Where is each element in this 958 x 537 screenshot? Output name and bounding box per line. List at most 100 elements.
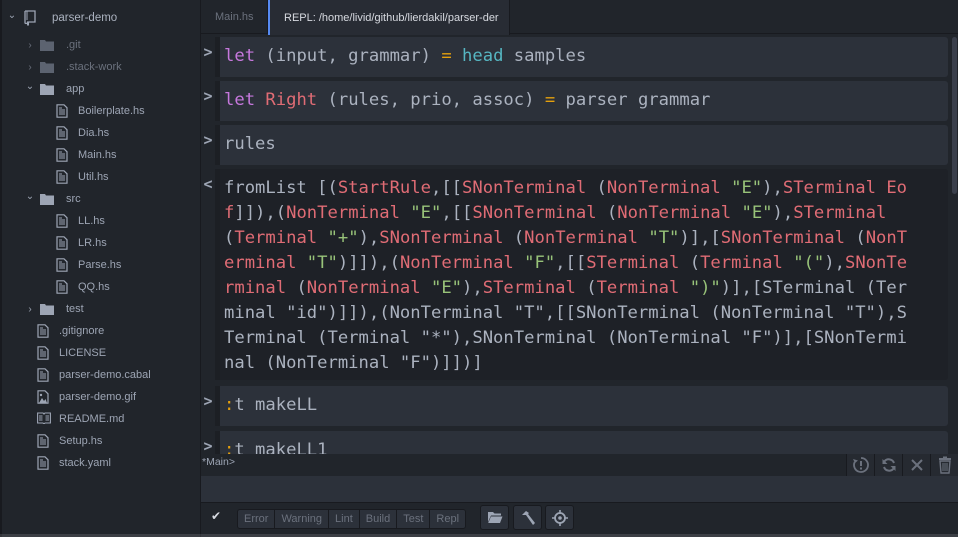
- tree-item-qq-hs[interactable]: QQ.hs: [56, 276, 110, 298]
- filter-warning[interactable]: Warning: [275, 510, 330, 528]
- tree-item-boilerplate-hs[interactable]: Boilerplate.hs: [56, 100, 145, 122]
- interrupt-button[interactable]: [846, 454, 874, 476]
- tree-item-test[interactable]: › test: [24, 298, 84, 320]
- code-token: STerminal: [482, 278, 576, 298]
- result-line: rminal (NonTerminal "E"),STerminal (Term…: [224, 276, 948, 301]
- tree-item-setup-hs[interactable]: Setup.hs: [37, 430, 102, 452]
- tree-item-git[interactable]: › .git: [24, 34, 81, 56]
- filter-error[interactable]: Error: [238, 510, 276, 528]
- folder-icon: [40, 61, 54, 73]
- code-token: NonT: [865, 228, 908, 248]
- repl-input-cell[interactable]: > rules: [201, 125, 948, 165]
- tree-item-label: test: [66, 303, 84, 315]
- tree-item-label: LR.hs: [78, 237, 107, 249]
- tab-repl[interactable]: REPL: /home/livid/github/lierdakil/parse…: [268, 0, 510, 35]
- code-token: ),: [762, 178, 783, 198]
- code-token: ),: [772, 203, 794, 223]
- code-token: "E": [731, 178, 763, 198]
- filter-test[interactable]: Test: [397, 510, 431, 528]
- chevron-down-icon[interactable]: ⌄: [24, 191, 36, 202]
- result-line: minal "id")]]),(NonTerminal "T",[[SNonTe…: [224, 301, 948, 326]
- file-text-icon: [56, 214, 70, 228]
- message-filters: Error Warning Lint Build Test Repl: [237, 509, 467, 529]
- chevron-right-icon[interactable]: ›: [24, 62, 36, 73]
- code-token: (: [575, 278, 597, 298]
- chevron-right-icon: >: [203, 43, 213, 61]
- folder-icon: [40, 193, 54, 205]
- chevron-right-icon[interactable]: ›: [24, 40, 36, 51]
- tree-item-ll-hs[interactable]: LL.hs: [56, 210, 105, 232]
- code-token: (: [679, 253, 701, 273]
- repl-input-cell[interactable]: >:t makeLL: [201, 386, 948, 426]
- code-token: samples: [503, 46, 587, 66]
- tree-item-main-hs[interactable]: Main.hs: [56, 144, 117, 166]
- tree-item-license[interactable]: LICENSE: [37, 342, 106, 364]
- cell-body: :t makeLL1: [220, 431, 948, 454]
- tree-item-label: parser-demo: [52, 12, 118, 24]
- code-token: Terminal: [596, 278, 680, 298]
- clear-button[interactable]: [930, 454, 958, 476]
- code-token: SNonTe: [844, 253, 908, 273]
- code-token: t makeLL: [234, 395, 318, 415]
- chevron-down-icon[interactable]: ⌄: [24, 81, 36, 92]
- result-line: f]]),(NonTerminal "E",[[SNonTerminal (No…: [224, 201, 948, 226]
- filter-repl[interactable]: Repl: [430, 510, 466, 528]
- interrupt-icon: [852, 457, 869, 473]
- scrollbar-thumb[interactable]: [952, 37, 957, 194]
- code-token: NonTerminal: [286, 203, 400, 223]
- code-token: "(": [793, 253, 825, 273]
- repl-output-cell[interactable]: < fromList [(StartRule,[[SNonTerminal (No…: [201, 169, 948, 380]
- tree-item-app[interactable]: ⌄ app: [24, 78, 84, 100]
- repl-history: > let (input, grammar) = head samples > let…: [201, 35, 958, 454]
- filter-build[interactable]: Build: [359, 510, 398, 528]
- tree-item-parser-demo-gif[interactable]: parser-demo.gif: [37, 386, 136, 408]
- tree-item-lr-hs[interactable]: LR.hs: [56, 232, 107, 254]
- tree-item-label: .git: [66, 39, 81, 51]
- tree-item-parser-demo-cabal[interactable]: parser-demo.cabal: [37, 364, 151, 386]
- repl-input-cell[interactable]: > let Right (rules, prio, assoc) = parser…: [201, 81, 948, 121]
- repl-prompt-bar: *Main>: [201, 454, 958, 476]
- tree-item-stack-work[interactable]: › .stack-work: [24, 56, 122, 78]
- code-token: NonTerminal: [617, 203, 732, 223]
- target-button[interactable]: [545, 505, 574, 530]
- code-token: minal "id")]]),(NonTerminal "T",[[SNonTe…: [224, 303, 907, 323]
- open-folder-button[interactable]: [480, 505, 509, 530]
- reload-button[interactable]: [874, 454, 902, 476]
- repl-input[interactable]: [201, 476, 958, 503]
- tree-item-label: Setup.hs: [59, 435, 103, 447]
- chevron-down-icon[interactable]: ⌄: [6, 10, 18, 21]
- code-token: SNonTerminal: [462, 178, 587, 198]
- code-token: NonTerminal: [606, 178, 721, 198]
- code-token: NonTerminal: [399, 253, 514, 273]
- tree-item-dia-hs[interactable]: Dia.hs: [56, 122, 109, 144]
- tree-item-label: src: [66, 193, 81, 205]
- build-button[interactable]: [513, 505, 542, 530]
- repl-command: :t makeLL1: [220, 431, 948, 454]
- cell-body: fromList [(StartRule,[[SNonTerminal (Non…: [220, 169, 948, 380]
- tree-item-label: .gitignore: [59, 325, 105, 337]
- chevron-right-icon[interactable]: ›: [24, 304, 36, 315]
- filter-lint[interactable]: Lint: [329, 510, 360, 528]
- code-token: "E": [741, 203, 773, 223]
- tab-main-hs[interactable]: Main.hs: [201, 0, 268, 34]
- tree-item-label: Boilerplate.hs: [78, 105, 145, 117]
- tree-root-parser-demo[interactable]: ⌄ parser-demo: [6, 7, 117, 29]
- tree-item-util-hs[interactable]: Util.hs: [56, 166, 109, 188]
- hammer-icon: [521, 510, 535, 525]
- tree-item-stack-yaml[interactable]: stack.yaml: [37, 452, 111, 474]
- tree-item-label: parser-demo.gif: [59, 391, 137, 403]
- repl-input-cell[interactable]: >:t makeLL1: [201, 431, 948, 454]
- code-token: STerminal: [586, 253, 680, 273]
- repl-input-cell[interactable]: > let (input, grammar) = head samples: [201, 37, 948, 77]
- tree-item-readme-md[interactable]: README.md: [37, 408, 124, 430]
- tree-item-gitignore[interactable]: .gitignore: [37, 320, 104, 342]
- code-token: StartRule: [337, 178, 431, 198]
- book-icon: [37, 412, 51, 426]
- tree-item-parse-hs[interactable]: Parse.hs: [56, 254, 121, 276]
- close-button[interactable]: [902, 454, 930, 476]
- tree-item-src[interactable]: ⌄ src: [24, 188, 81, 210]
